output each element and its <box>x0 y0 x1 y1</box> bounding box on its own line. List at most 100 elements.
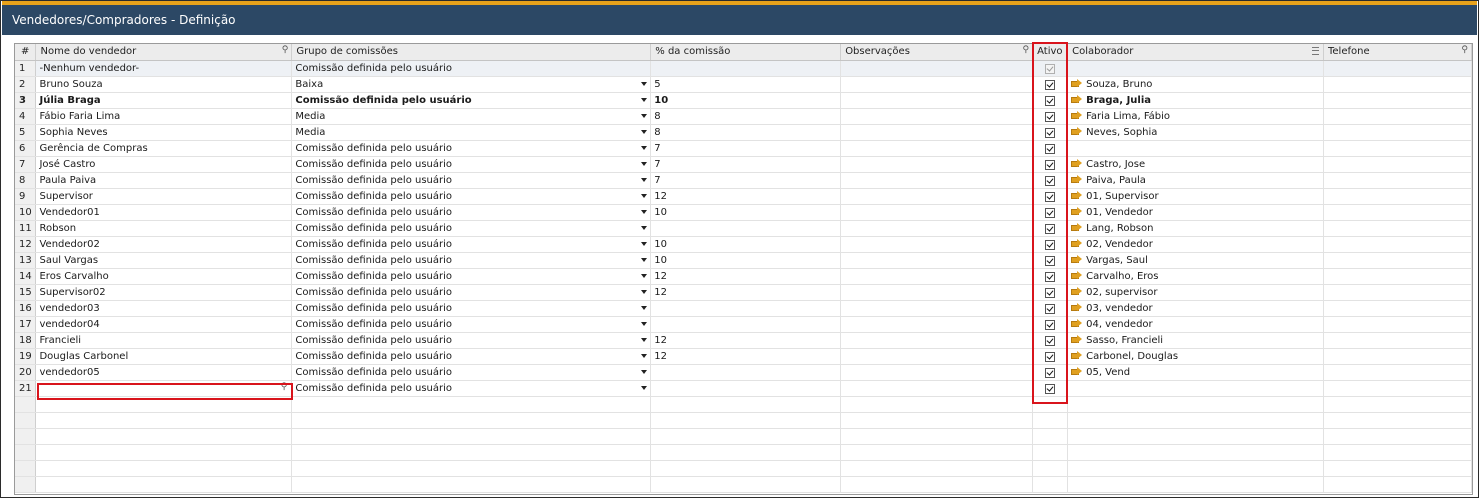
collaborator-cell[interactable]: Braga, Julia <box>1067 92 1324 109</box>
dropdown-arrow-icon[interactable] <box>641 385 648 390</box>
commission-group-cell[interactable]: Comissão definida pelo usuário <box>291 284 652 301</box>
observations-cell[interactable] <box>840 76 1034 93</box>
commission-percent-cell[interactable]: 12 <box>650 332 842 349</box>
commission-percent-cell[interactable]: 7 <box>650 156 842 173</box>
dropdown-arrow-icon[interactable] <box>641 81 648 86</box>
commission-group-cell[interactable]: Comissão definida pelo usuário <box>291 236 652 253</box>
active-checkbox[interactable] <box>1045 319 1056 330</box>
dropdown-arrow-icon[interactable] <box>641 177 648 182</box>
phone-cell[interactable] <box>1323 284 1472 301</box>
active-checkbox[interactable] <box>1045 239 1056 250</box>
salesperson-name-cell[interactable]: Vendedor01 <box>35 204 293 221</box>
active-checkbox-cell[interactable] <box>1032 108 1069 125</box>
collaborator-cell[interactable] <box>1067 60 1324 77</box>
commission-group-cell[interactable]: Baixa <box>291 76 652 93</box>
table-row[interactable]: 11 Robson Comissão definida pelo usuário La… <box>15 220 1472 237</box>
commission-percent-cell[interactable]: 10 <box>650 252 842 269</box>
phone-cell[interactable] <box>1323 204 1472 221</box>
phone-cell[interactable] <box>1323 172 1472 189</box>
collaborator-cell[interactable]: Carbonel, Douglas <box>1067 348 1324 365</box>
phone-cell[interactable] <box>1323 220 1472 237</box>
col-header-name[interactable]: Nome do vendedor ⚲ <box>35 44 293 61</box>
link-arrow-icon[interactable] <box>1071 190 1083 199</box>
menu-icon[interactable] <box>1312 47 1319 55</box>
active-checkbox[interactable] <box>1045 143 1056 154</box>
commission-percent-cell[interactable] <box>650 316 842 333</box>
active-checkbox-cell[interactable] <box>1032 332 1069 349</box>
observations-cell[interactable] <box>840 140 1034 157</box>
observations-cell[interactable] <box>840 348 1034 365</box>
commission-group-cell[interactable]: Comissão definida pelo usuário <box>291 140 652 157</box>
commission-percent-cell[interactable] <box>650 220 842 237</box>
collaborator-cell[interactable]: 04, vendedor <box>1067 316 1324 333</box>
link-arrow-icon[interactable] <box>1071 174 1083 183</box>
link-arrow-icon[interactable] <box>1071 254 1083 263</box>
phone-cell[interactable] <box>1323 140 1472 157</box>
active-checkbox[interactable] <box>1045 255 1056 266</box>
table-row[interactable]: 2 Bruno Souza Baixa 5 Souza, Bruno <box>15 76 1472 93</box>
link-arrow-icon[interactable] <box>1071 302 1083 311</box>
observations-cell[interactable] <box>840 236 1034 253</box>
table-row[interactable]: 17 vendedor04 Comissão definida pelo usuár… <box>15 316 1472 333</box>
active-checkbox-cell[interactable] <box>1032 76 1069 93</box>
commission-group-cell[interactable]: Comissão definida pelo usuário <box>291 204 652 221</box>
observations-cell[interactable] <box>840 124 1034 141</box>
table-row[interactable]: 13 Saul Vargas Comissão definida pelo usuá… <box>15 252 1472 269</box>
active-checkbox[interactable] <box>1045 95 1056 106</box>
commission-percent-cell[interactable]: 12 <box>650 284 842 301</box>
commission-group-cell[interactable]: Comissão definida pelo usuário <box>291 92 652 109</box>
active-checkbox[interactable] <box>1045 335 1056 346</box>
active-checkbox[interactable] <box>1045 127 1056 138</box>
salesperson-name-cell[interactable]: Francieli <box>35 332 293 349</box>
commission-percent-cell[interactable]: 7 <box>650 140 842 157</box>
active-checkbox-cell[interactable] <box>1032 252 1069 269</box>
active-checkbox-cell[interactable] <box>1032 220 1069 237</box>
link-arrow-icon[interactable] <box>1071 94 1083 103</box>
dropdown-arrow-icon[interactable] <box>641 241 648 246</box>
commission-group-cell[interactable]: Comissão definida pelo usuário <box>291 156 652 173</box>
active-checkbox[interactable] <box>1045 79 1056 90</box>
phone-cell[interactable] <box>1323 108 1472 125</box>
dropdown-arrow-icon[interactable] <box>641 193 648 198</box>
dropdown-arrow-icon[interactable] <box>641 305 648 310</box>
observations-cell[interactable] <box>840 300 1034 317</box>
commission-percent-cell[interactable]: 12 <box>650 188 842 205</box>
link-arrow-icon[interactable] <box>1071 238 1083 247</box>
active-checkbox[interactable] <box>1045 159 1056 170</box>
commission-percent-cell[interactable]: 7 <box>650 172 842 189</box>
table-row[interactable]: 7 José Castro Comissão definida pelo usuár… <box>15 156 1472 173</box>
table-row[interactable]: 5 Sophia Neves Media 8 Neves, Sophia <box>15 124 1472 141</box>
active-checkbox-cell[interactable] <box>1032 156 1069 173</box>
commission-percent-cell[interactable]: 10 <box>650 92 842 109</box>
commission-group-cell[interactable]: Comissão definida pelo usuário <box>291 172 652 189</box>
active-checkbox[interactable] <box>1045 383 1056 394</box>
observations-cell[interactable] <box>840 316 1034 333</box>
table-row[interactable]: 6 Gerência de Compras Comissão definida pe… <box>15 140 1472 157</box>
dropdown-arrow-icon[interactable] <box>641 129 648 134</box>
active-checkbox-cell[interactable] <box>1032 188 1069 205</box>
active-checkbox-cell[interactable] <box>1032 204 1069 221</box>
commission-percent-cell[interactable]: 8 <box>650 124 842 141</box>
observations-cell[interactable] <box>840 188 1034 205</box>
collaborator-cell[interactable] <box>1067 140 1324 157</box>
active-checkbox[interactable] <box>1045 111 1056 122</box>
phone-cell[interactable] <box>1323 364 1472 381</box>
observations-cell[interactable] <box>840 60 1034 77</box>
table-row[interactable]: 15 Supervisor02 Comissão definida pelo usu… <box>15 284 1472 301</box>
collaborator-cell[interactable]: Faria Lima, Fábio <box>1067 108 1324 125</box>
active-checkbox[interactable] <box>1045 367 1056 378</box>
col-header-observations[interactable]: Observações ⚲ <box>840 44 1034 61</box>
commission-percent-cell[interactable]: 5 <box>650 76 842 93</box>
phone-cell[interactable] <box>1323 188 1472 205</box>
collaborator-cell[interactable]: Vargas, Saul <box>1067 252 1324 269</box>
collaborator-cell[interactable] <box>1067 380 1324 397</box>
commission-group-cell[interactable]: Comissão definida pelo usuário <box>291 364 652 381</box>
dropdown-arrow-icon[interactable] <box>641 209 648 214</box>
commission-group-cell[interactable]: Comissão definida pelo usuário <box>291 268 652 285</box>
active-checkbox-cell[interactable] <box>1032 268 1069 285</box>
table-row[interactable]: 8 Paula Paiva Comissão definida pelo usuár… <box>15 172 1472 189</box>
collaborator-cell[interactable]: Lang, Robson <box>1067 220 1324 237</box>
col-header-collaborator[interactable]: Colaborador <box>1067 44 1324 61</box>
commission-percent-cell[interactable] <box>650 60 842 77</box>
dropdown-arrow-icon[interactable] <box>641 113 648 118</box>
